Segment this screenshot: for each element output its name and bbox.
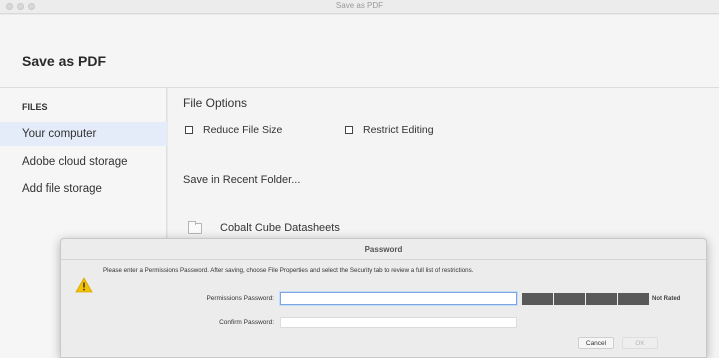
save-in-recent-folder-link[interactable]: Save in Recent Folder... xyxy=(183,174,300,186)
folder-name: Cobalt Cube Datasheets xyxy=(220,222,340,234)
sidebar-item-adobe-cloud-storage[interactable]: Adobe cloud storage xyxy=(0,150,167,174)
strength-segment xyxy=(618,293,649,305)
page-title: Save as PDF xyxy=(22,53,107,69)
sidebar-item-your-computer[interactable]: Your computer xyxy=(0,122,167,146)
restrict-editing-label: Restrict Editing xyxy=(363,124,434,136)
sidebar-heading: FILES xyxy=(22,102,48,112)
ok-button[interactable]: OK xyxy=(622,337,658,349)
strength-segment xyxy=(522,293,553,305)
sidebar-item-add-file-storage[interactable]: Add file storage xyxy=(0,177,167,201)
restrict-editing-checkbox[interactable] xyxy=(345,126,353,134)
cancel-button[interactable]: Cancel xyxy=(578,337,614,349)
window-titlebar: Save as PDF xyxy=(0,0,719,14)
password-dialog-message: Please enter a Permissions Password. Aft… xyxy=(103,267,474,274)
password-strength-rating: Not Rated xyxy=(652,296,681,302)
dialog-divider xyxy=(61,259,706,260)
folder-icon xyxy=(188,220,202,234)
confirm-password-label: Confirm Password: xyxy=(219,319,274,326)
password-dialog: Password Please enter a Permissions Pass… xyxy=(60,238,707,358)
reduce-file-size-checkbox[interactable] xyxy=(185,126,193,134)
warning-icon xyxy=(75,277,93,293)
permissions-password-label: Permissions Password: xyxy=(206,295,274,302)
folder-row[interactable]: Cobalt Cube Datasheets xyxy=(188,220,340,234)
strength-segment xyxy=(586,293,617,305)
dialog-header: Save as PDF xyxy=(0,15,719,88)
password-dialog-title: Password xyxy=(364,245,403,254)
restrict-editing-option[interactable]: Restrict Editing xyxy=(345,124,434,136)
permissions-password-input[interactable] xyxy=(280,292,517,305)
window-title: Save as PDF xyxy=(335,1,384,10)
reduce-file-size-option[interactable]: Reduce File Size xyxy=(185,124,282,136)
confirm-password-input[interactable] xyxy=(280,317,517,328)
strength-segment xyxy=(554,293,585,305)
reduce-file-size-label: Reduce File Size xyxy=(203,124,283,136)
file-options-title: File Options xyxy=(183,96,248,110)
password-strength-meter xyxy=(522,293,649,305)
